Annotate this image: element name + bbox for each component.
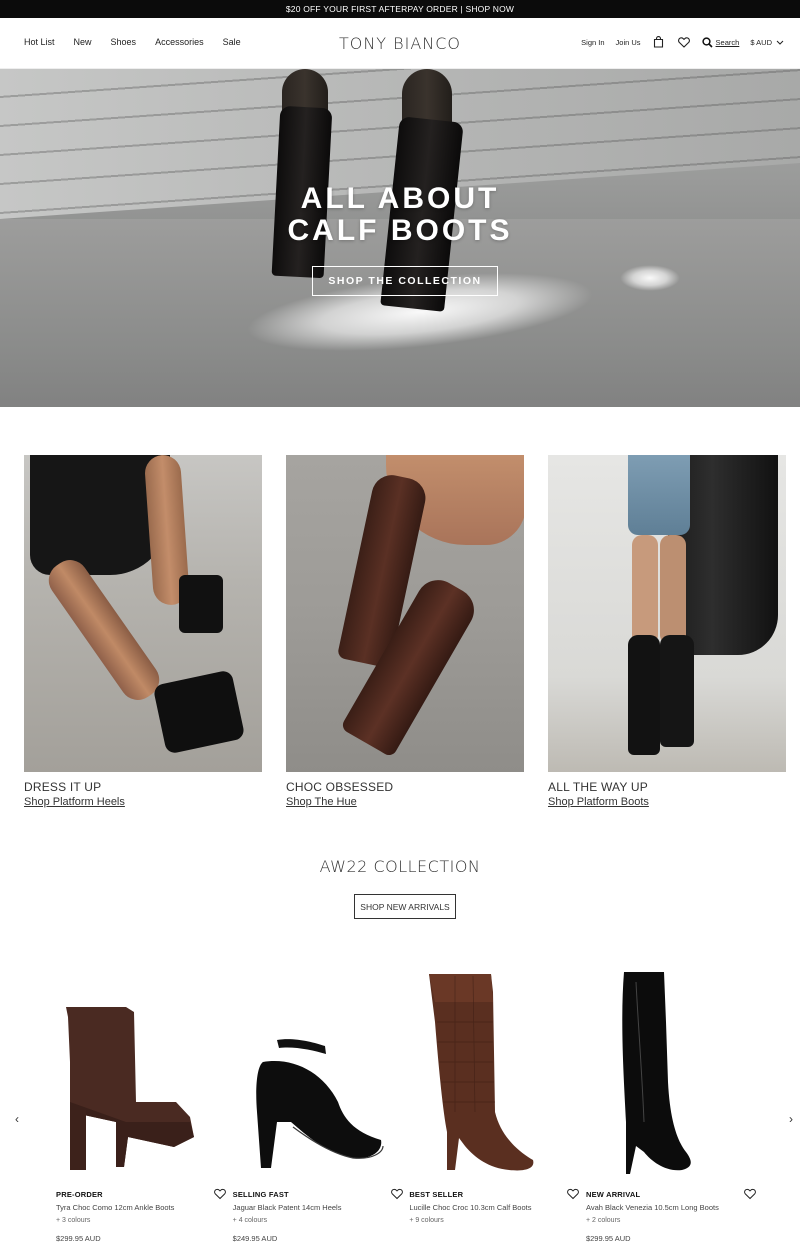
product-name[interactable]: Tyra Choc Como 12cm Ankle Boots [56,1203,226,1212]
tile-boot [628,635,660,755]
product-colours[interactable]: + 9 colours [409,1217,579,1224]
tile-title: DRESS IT UP [24,780,102,794]
search-icon [701,36,713,48]
heart-icon[interactable] [677,35,691,49]
product-price: $299.95 AUD [56,1234,101,1243]
hero-light-spot [620,265,680,291]
tile-image-choc-boots[interactable] [286,455,524,772]
product-card[interactable]: NEW ARRIVAL Avah Black Venezia 10.5cm Lo… [586,962,756,1243]
hero-title: ALL ABOUT CALF BOOTS [0,183,800,247]
search-button[interactable]: Search [701,36,740,48]
product-name[interactable]: Avah Black Venezia 10.5cm Long Boots [586,1203,756,1212]
product-image[interactable] [586,962,756,1182]
product-name[interactable]: Jaguar Black Patent 14cm Heels [233,1203,403,1212]
product-image[interactable] [56,962,226,1182]
feature-tile[interactable]: ALL THE WAY UP Shop Platform Boots [548,455,786,808]
currency-label: $ AUD [750,37,772,47]
tile-leg [632,535,658,645]
heart-icon[interactable] [744,1188,756,1200]
search-label: Search [715,37,740,47]
heart-icon[interactable] [390,1188,403,1200]
hero-title-line2: CALF BOOTS [287,214,513,247]
feature-tile[interactable]: CHOC OBSESSED Shop The Hue [286,455,524,808]
product-meta: PRE-ORDER Tyra Choc Como 12cm Ankle Boot… [56,1188,226,1243]
currency-selector[interactable]: $ AUD [750,38,784,47]
tile-image-platform-boots[interactable] [548,455,786,772]
product-badge: PRE-ORDER [56,1190,103,1199]
product-meta: SELLING FAST Jaguar Black Patent 14cm He… [232,1188,403,1243]
product-name[interactable]: Lucille Choc Croc 10.3cm Calf Boots [409,1203,579,1212]
product-colours[interactable]: + 3 colours [56,1217,226,1224]
hero-banner[interactable]: ALL ABOUT CALF BOOTS SHOP THE COLLECTION [0,69,800,407]
product-colours[interactable]: + 2 colours [586,1217,756,1224]
join-us-link[interactable]: Join Us [616,38,641,47]
heart-icon[interactable] [567,1188,580,1200]
tile-image-platform-heels[interactable] [24,455,262,772]
tile-leg [660,535,686,645]
tile-skirt [628,455,690,535]
carousel-next-icon[interactable]: › [784,1112,798,1126]
tile-shoe [152,669,246,755]
tile-title: ALL THE WAY UP [548,780,648,794]
product-badge: NEW ARRIVAL [585,1190,641,1199]
tile-link[interactable]: Shop Platform Boots [548,796,786,808]
shop-new-arrivals-button[interactable]: SHOP NEW ARRIVALS [354,894,456,919]
hero-title-line1: ALL ABOUT [300,182,500,215]
product-meta: NEW ARRIVAL Avah Black Venezia 10.5cm Lo… [585,1188,756,1243]
heart-icon[interactable] [214,1188,226,1200]
product-meta: BEST SELLER Lucille Choc Croc 10.3cm Cal… [409,1188,580,1224]
promo-text[interactable]: $20 OFF YOUR FIRST AFTERPAY ORDER | SHOP… [286,4,514,14]
product-card[interactable]: BEST SELLER Lucille Choc Croc 10.3cm Cal… [409,962,580,1243]
shop-collection-button[interactable]: SHOP THE COLLECTION [312,266,498,296]
tile-title: CHOC OBSESSED [286,780,394,794]
product-badge: SELLING FAST [232,1190,289,1199]
bag-icon[interactable] [652,35,666,49]
product-carousel: PRE-ORDER Tyra Choc Como 12cm Ankle Boot… [56,962,756,1243]
product-badge: BEST SELLER [409,1190,464,1199]
feature-tiles: DRESS IT UP Shop Platform Heels CHOC OBS… [24,455,786,808]
product-image[interactable] [409,962,579,1182]
product-card[interactable]: PRE-ORDER Tyra Choc Como 12cm Ankle Boot… [56,962,226,1243]
product-colours[interactable]: + 4 colours [233,1217,403,1224]
sign-in-link[interactable]: Sign In [581,38,604,47]
collection-title: AW22 COLLECTION [319,857,481,876]
tile-shoe [179,575,223,633]
utility-nav: Sign In Join Us Search $ AUD [581,35,784,49]
product-price: $299.95 AUD [585,1234,631,1243]
feature-tile[interactable]: DRESS IT UP Shop Platform Heels [24,455,262,808]
tile-link[interactable]: Shop The Hue [286,796,524,808]
carousel-prev-icon[interactable]: ‹ [10,1112,24,1126]
site-header: Hot List New Shoes Accessories Sale TONY… [0,18,800,69]
chevron-down-icon [776,40,784,45]
tile-link[interactable]: Shop Platform Heels [24,796,262,808]
tile-boot [660,635,694,747]
product-card[interactable]: SELLING FAST Jaguar Black Patent 14cm He… [233,962,403,1243]
promo-banner[interactable]: $20 OFF YOUR FIRST AFTERPAY ORDER | SHOP… [0,0,800,18]
product-price: $249.95 AUD [232,1234,278,1243]
tile-leg [41,552,167,708]
product-image[interactable] [233,962,403,1182]
